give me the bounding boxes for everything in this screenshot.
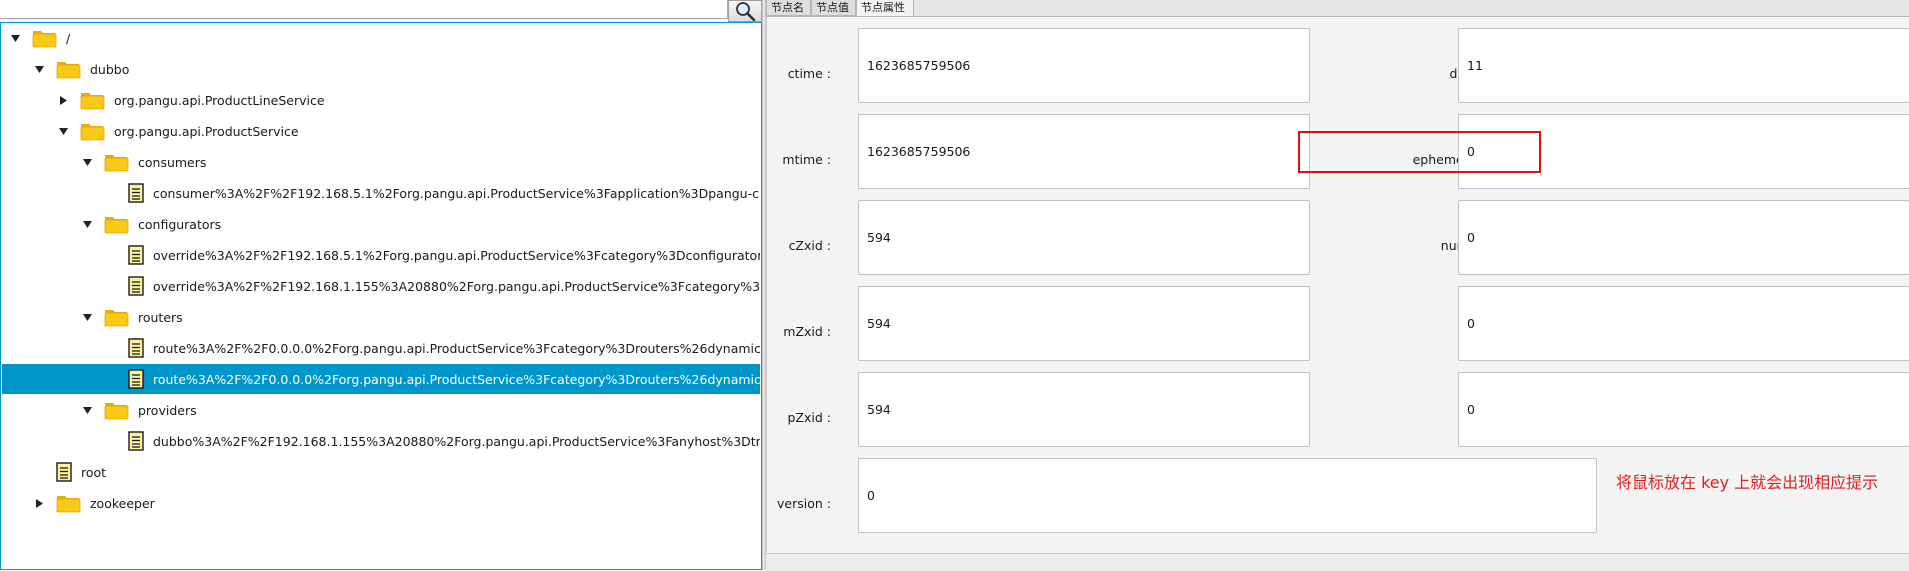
folder-icon (104, 307, 129, 327)
mzxid-label: mZxid : (783, 324, 831, 339)
tree-node-label: dubbo (90, 61, 130, 77)
hover-hint-text: 将鼠标放在 key 上就会出现相应提示 (1616, 473, 1879, 492)
tree-file-node[interactable]: dubbo%3A%2F%2F192.168.1.155%3A20880%2For… (2, 426, 760, 456)
mzxid-field[interactable]: 594 (858, 286, 1310, 361)
pzxid-label: pZxid : (787, 410, 832, 425)
tree-folder-node[interactable]: consumers (2, 147, 760, 177)
tree-node-label: override%3A%2F%2F192.168.1.155%3A20880%2… (153, 278, 760, 294)
ctime-field[interactable]: 1623685759506 (858, 28, 1310, 103)
tree-node-label: route%3A%2F%2F0.0.0.0%2Forg.pangu.api.Pr… (153, 340, 760, 356)
tree-folder-node[interactable]: org.pangu.api.ProductService (2, 116, 760, 146)
document-icon (128, 276, 144, 296)
expanded-arrow-icon[interactable] (10, 33, 20, 43)
document-icon (128, 245, 144, 265)
mtime-label: mtime : (782, 152, 831, 167)
tab-node-properties[interactable]: 节点属性 (856, 0, 914, 16)
tree-folder-node[interactable]: / (2, 23, 760, 53)
search-input[interactable] (0, 0, 728, 19)
ctime-label: ctime : (787, 66, 831, 81)
tree-file-node[interactable]: override%3A%2F%2F192.168.5.1%2Forg.pangu… (2, 240, 760, 270)
tree-node-label: route%3A%2F%2F0.0.0.0%2Forg.pangu.api.Pr… (153, 371, 760, 387)
folder-icon (32, 28, 57, 48)
mtime-field[interactable]: 1623685759506 (858, 114, 1310, 189)
aversion-field[interactable]: 0 (1458, 286, 1909, 361)
search-button[interactable] (728, 0, 762, 22)
tree-file-node[interactable]: route%3A%2F%2F0.0.0.0%2Forg.pangu.api.Pr… (2, 333, 760, 363)
expanded-arrow-icon[interactable] (82, 157, 92, 167)
document-icon (128, 338, 144, 358)
expanded-arrow-icon[interactable] (34, 64, 44, 74)
cversion-field[interactable]: 0 (1458, 372, 1909, 447)
tab-bar: 节点名 节点值 节点属性 (766, 0, 1909, 17)
properties-form: ctime : 1623685759506 dataLength : 11 mt… (766, 17, 1909, 552)
tree-node-label: org.pangu.api.ProductService (114, 123, 299, 139)
version-field[interactable]: 0 (858, 458, 1597, 533)
tab-node-name[interactable]: 节点名 (766, 0, 811, 16)
tree-file-node[interactable]: override%3A%2F%2F192.168.1.155%3A20880%2… (2, 271, 760, 301)
tree-node-label: override%3A%2F%2F192.168.5.1%2Forg.pangu… (153, 247, 760, 263)
document-icon (128, 431, 144, 451)
tree-folder-node[interactable]: dubbo (2, 54, 760, 84)
pzxid-field[interactable]: 594 (858, 372, 1310, 447)
expanded-arrow-icon[interactable] (82, 312, 92, 322)
tree-file-node[interactable]: route%3A%2F%2F0.0.0.0%2Forg.pangu.api.Pr… (2, 364, 760, 394)
folder-icon (104, 152, 129, 172)
collapsed-arrow-icon[interactable] (58, 95, 68, 105)
tree-node-label: dubbo%3A%2F%2F192.168.1.155%3A20880%2For… (153, 433, 760, 449)
czxid-label: cZxid : (788, 238, 831, 253)
tree-folder-node[interactable]: configurators (2, 209, 760, 239)
tab-node-value[interactable]: 节点值 (811, 0, 856, 16)
highlight-box (1298, 131, 1541, 173)
folder-icon (56, 493, 81, 513)
properties-pane: 节点名 节点值 节点属性 ctime : 1623685759506 dataL… (766, 0, 1909, 571)
tree-node-label: configurators (138, 216, 222, 232)
tree-node-label: root (81, 464, 107, 480)
tree-folder-node[interactable]: org.pangu.api.ProductLineService (2, 85, 760, 115)
bottom-panel-edge (766, 553, 1909, 571)
expanded-arrow-icon[interactable] (82, 405, 92, 415)
tree-node-label: / (66, 30, 71, 46)
collapsed-arrow-icon[interactable] (34, 498, 44, 508)
folder-icon (104, 400, 129, 420)
document-icon (56, 462, 72, 482)
tree-folder-node[interactable]: providers (2, 395, 760, 425)
tree-pane: / dubbo org.pangu.api.ProductLineService or… (0, 0, 762, 570)
tree-node-label: providers (138, 402, 197, 418)
datalength-field[interactable]: 11 (1458, 28, 1909, 103)
tree-node-label: consumer%3A%2F%2F192.168.5.1%2Forg.pangu… (153, 185, 760, 201)
tree-node-label: zookeeper (90, 495, 155, 511)
tree-node-label: org.pangu.api.ProductLineService (114, 92, 325, 108)
czxid-field[interactable]: 594 (858, 200, 1310, 275)
tree-file-node[interactable]: consumer%3A%2F%2F192.168.5.1%2Forg.pangu… (2, 178, 760, 208)
folder-icon (56, 59, 81, 79)
search-icon (736, 2, 756, 21)
document-icon (128, 183, 144, 203)
tree-file-node[interactable]: root (2, 457, 760, 487)
version-label: version : (777, 496, 831, 511)
node-tree[interactable]: / dubbo org.pangu.api.ProductLineService or… (0, 22, 762, 570)
expanded-arrow-icon[interactable] (82, 219, 92, 229)
expanded-arrow-icon[interactable] (58, 126, 68, 136)
tree-node-label: routers (138, 309, 183, 325)
document-icon (128, 369, 144, 389)
folder-icon (80, 90, 105, 110)
tree-folder-node[interactable]: routers (2, 302, 760, 332)
numchildren-field[interactable]: 0 (1458, 200, 1909, 275)
folder-icon (80, 121, 105, 141)
tree-node-label: consumers (138, 154, 207, 170)
folder-icon (104, 214, 129, 234)
tree-folder-node[interactable]: zookeeper (2, 488, 760, 518)
